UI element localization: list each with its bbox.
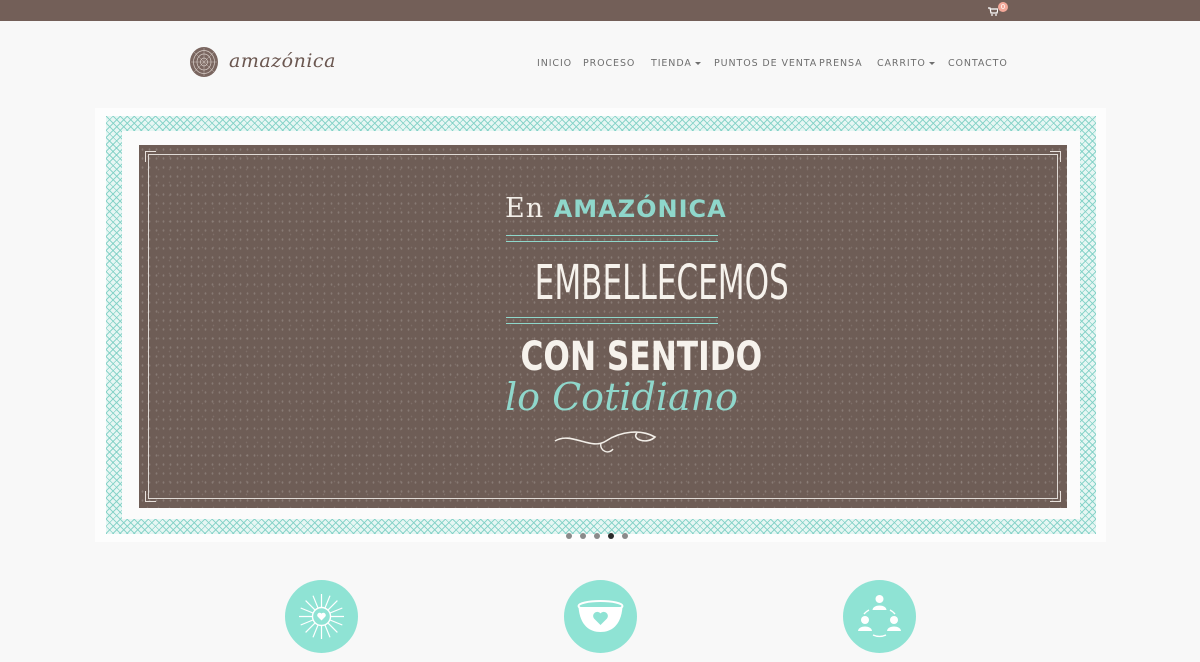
- divider: [506, 323, 718, 324]
- nav-item-prensa[interactable]: PRENSA: [819, 58, 863, 69]
- feature-circle-2[interactable]: [564, 580, 637, 653]
- cart-icon: [988, 7, 998, 16]
- top-bar: 0: [0, 0, 1200, 21]
- hero-line-1: En AMAZÓNICA: [505, 193, 726, 224]
- nav-item-inicio[interactable]: INICIO: [537, 58, 572, 69]
- divider: [506, 241, 718, 242]
- slider-dot-2[interactable]: [580, 533, 586, 539]
- community-cycle-icon: [858, 595, 901, 638]
- divider: [506, 235, 718, 236]
- slider-dot-5[interactable]: [622, 533, 628, 539]
- hero-headline: En AMAZÓNICA EMBELLECEMOS CON SENTIDO lo…: [139, 145, 1067, 508]
- slider-dot-1[interactable]: [566, 533, 572, 539]
- sun-heart-icon: [299, 594, 344, 639]
- hero-slider[interactable]: En AMAZÓNICA EMBELLECEMOS CON SENTIDO lo…: [95, 108, 1106, 542]
- chevron-down-icon: [694, 62, 701, 65]
- hero-inner-frame: En AMAZÓNICA EMBELLECEMOS CON SENTIDO lo…: [122, 131, 1080, 519]
- nav-item-puntos-de-venta[interactable]: PUNTOS DE VENTA: [714, 58, 817, 69]
- divider: [506, 317, 718, 318]
- slider-dot-3[interactable]: [594, 533, 600, 539]
- tree-ring-logo: [190, 47, 218, 77]
- hero-pattern-frame: En AMAZÓNICA EMBELLECEMOS CON SENTIDO lo…: [106, 116, 1096, 534]
- nav-item-proceso[interactable]: PROCESO: [583, 58, 635, 69]
- chevron-down-icon: [928, 62, 935, 65]
- hero-chalkboard: En AMAZÓNICA EMBELLECEMOS CON SENTIDO lo…: [139, 145, 1067, 508]
- feature-circle-3[interactable]: [843, 580, 916, 653]
- feature-circle-1[interactable]: [285, 580, 358, 653]
- nav-item-tienda[interactable]: TIENDA: [651, 58, 701, 69]
- nav-item-contacto[interactable]: CONTACTO: [948, 58, 1008, 69]
- hero-line-4: lo Cotidiano: [505, 375, 738, 419]
- brand-name: amazónica: [229, 50, 336, 72]
- hero-line-1-prefix: En: [505, 193, 545, 224]
- bowl-heart-icon: [577, 600, 624, 632]
- nav-item-carrito[interactable]: CARRITO: [877, 58, 935, 69]
- cart-count-badge: 0: [998, 2, 1008, 12]
- hero-line-2: EMBELLECEMOS: [534, 255, 789, 311]
- slider-dot-4[interactable]: [608, 533, 614, 539]
- hero-line-3: CON SENTIDO: [520, 334, 763, 380]
- brand-logo[interactable]: amazónica: [189, 46, 349, 82]
- slider-pagination: [566, 533, 636, 541]
- hero-line-1-brand: AMAZÓNICA: [553, 195, 727, 223]
- flourish-ornament: [554, 431, 657, 453]
- mini-cart[interactable]: 0: [988, 2, 1010, 18]
